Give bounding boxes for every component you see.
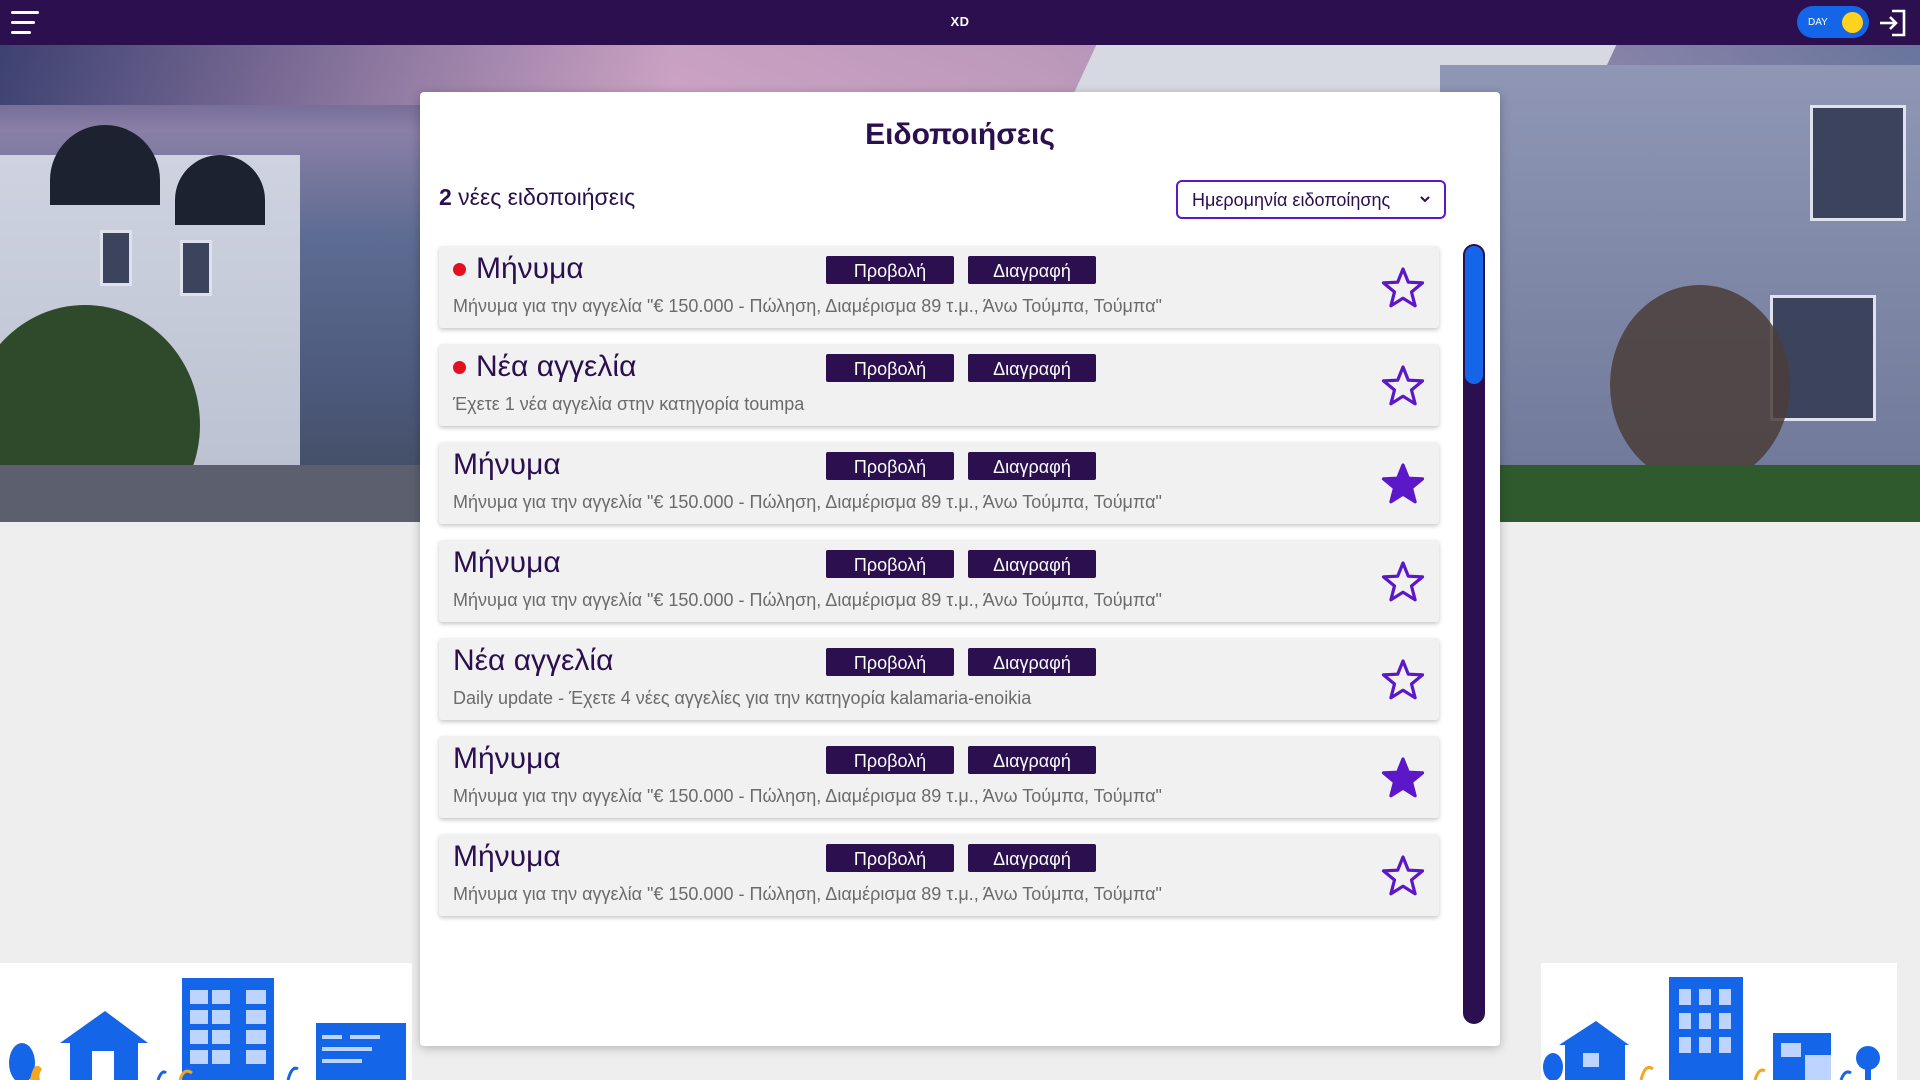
scrollbar-thumb[interactable] — [1465, 246, 1483, 384]
city-illustration-right — [1541, 963, 1897, 1080]
delete-button[interactable]: Διαγραφή — [968, 452, 1096, 480]
unread-dot-icon — [453, 360, 466, 374]
notifications-panel: Ειδοποιήσεις 2 νέες ειδοποιήσεις Ημερομη… — [420, 92, 1500, 1046]
notification-text: Μήνυμα για την αγγελία "€ 150.000 - Πώλη… — [453, 786, 1162, 806]
notification-title: Μήνυμα — [453, 742, 561, 776]
notification-item[interactable]: Μήνυμα Προβολή Διαγραφή Μήνυμα για την αγγε… — [439, 246, 1439, 328]
brand-logo[interactable]: XD — [0, 14, 1920, 29]
notification-title-text: Μήνυμα — [453, 840, 561, 873]
star-filled-icon[interactable] — [1381, 462, 1425, 504]
view-button[interactable]: Προβολή — [826, 844, 954, 872]
toggle-knob — [1842, 12, 1863, 33]
view-button[interactable]: Προβολή — [826, 746, 954, 774]
view-button[interactable]: Προβολή — [826, 256, 954, 284]
star-outline-icon[interactable] — [1381, 854, 1425, 896]
notification-title: Νέα αγγελία — [453, 350, 636, 384]
new-notifications-count: 2 νέες ειδοποιήσεις — [439, 184, 635, 211]
theme-toggle-label: DAY — [1808, 17, 1828, 28]
notification-title: Μήνυμα — [453, 840, 561, 874]
view-button[interactable]: Προβολή — [826, 550, 954, 578]
notification-item[interactable]: Μήνυμα Προβολή Διαγραφή Μήνυμα για την αγγε… — [439, 442, 1439, 524]
star-outline-icon[interactable] — [1381, 560, 1425, 602]
star-outline-icon[interactable] — [1381, 364, 1425, 406]
delete-button[interactable]: Διαγραφή — [968, 746, 1096, 774]
notification-text: Έχετε 1 νέα αγγελία στην κατηγορία toump… — [453, 394, 805, 414]
notification-title-text: Νέα αγγελία — [476, 350, 637, 383]
unread-dot-icon — [453, 262, 466, 276]
notification-title-text: Μήνυμα — [453, 546, 561, 579]
star-outline-icon[interactable] — [1381, 658, 1425, 700]
new-count-number: 2 — [439, 184, 452, 210]
star-outline-icon[interactable] — [1381, 266, 1425, 308]
notification-title-text: Νέα αγγελία — [453, 644, 614, 677]
view-button[interactable]: Προβολή — [826, 452, 954, 480]
login-icon[interactable] — [1878, 8, 1908, 38]
notification-title-text: Μήνυμα — [453, 742, 561, 775]
delete-button[interactable]: Διαγραφή — [968, 648, 1096, 676]
new-count-label: νέες ειδοποιήσεις — [451, 184, 636, 210]
notification-item[interactable]: Νέα αγγελία Προβολή Διαγραφή Έχετε 1 νέα αγ… — [439, 344, 1439, 426]
notification-title: Μήνυμα — [453, 252, 584, 286]
delete-button[interactable]: Διαγραφή — [968, 550, 1096, 578]
notification-item[interactable]: Μήνυμα Προβολή Διαγραφή Μήνυμα για την αγγε… — [439, 834, 1439, 916]
notification-item[interactable]: Νέα αγγελία Προβολή Διαγραφή Daily update -… — [439, 638, 1439, 720]
notification-text: Μήνυμα για την αγγελία "€ 150.000 - Πώλη… — [453, 590, 1162, 610]
notification-text: Μήνυμα για την αγγελία "€ 150.000 - Πώλη… — [453, 884, 1162, 904]
theme-toggle[interactable]: DAY — [1797, 6, 1869, 38]
notification-text: Μήνυμα για την αγγελία "€ 150.000 - Πώλη… — [453, 296, 1162, 316]
chevron-down-icon — [1420, 196, 1430, 203]
notification-text: Daily update - Έχετε 4 νέες αγγελίες για… — [453, 688, 1032, 708]
notification-title: Μήνυμα — [453, 448, 561, 482]
view-button[interactable]: Προβολή — [826, 648, 954, 676]
notification-title: Μήνυμα — [453, 546, 561, 580]
notification-title-text: Μήνυμα — [453, 448, 561, 481]
delete-button[interactable]: Διαγραφή — [968, 354, 1096, 382]
page-title: Ειδοποιήσεις — [865, 118, 1055, 151]
scrollbar[interactable] — [1463, 244, 1485, 1024]
notification-item[interactable]: Μήνυμα Προβολή Διαγραφή Μήνυμα για την αγγε… — [439, 540, 1439, 622]
delete-button[interactable]: Διαγραφή — [968, 256, 1096, 284]
star-filled-icon[interactable] — [1381, 756, 1425, 798]
notification-list: Μήνυμα Προβολή Διαγραφή Μήνυμα για την αγγε… — [439, 246, 1439, 1026]
notification-title: Νέα αγγελία — [453, 644, 613, 678]
sort-dropdown[interactable]: Ημερομηνία ειδοποίησης — [1176, 180, 1446, 219]
sort-selected-value: Ημερομηνία ειδοποίησης — [1192, 190, 1391, 210]
view-button[interactable]: Προβολή — [826, 354, 954, 382]
top-bar: XD DAY — [0, 0, 1920, 45]
city-illustration-left — [0, 963, 412, 1080]
delete-button[interactable]: Διαγραφή — [968, 844, 1096, 872]
notification-text: Μήνυμα για την αγγελία "€ 150.000 - Πώλη… — [453, 492, 1162, 512]
notification-title-text: Μήνυμα — [476, 252, 584, 285]
notification-item[interactable]: Μήνυμα Προβολή Διαγραφή Μήνυμα για την αγγε… — [439, 736, 1439, 818]
